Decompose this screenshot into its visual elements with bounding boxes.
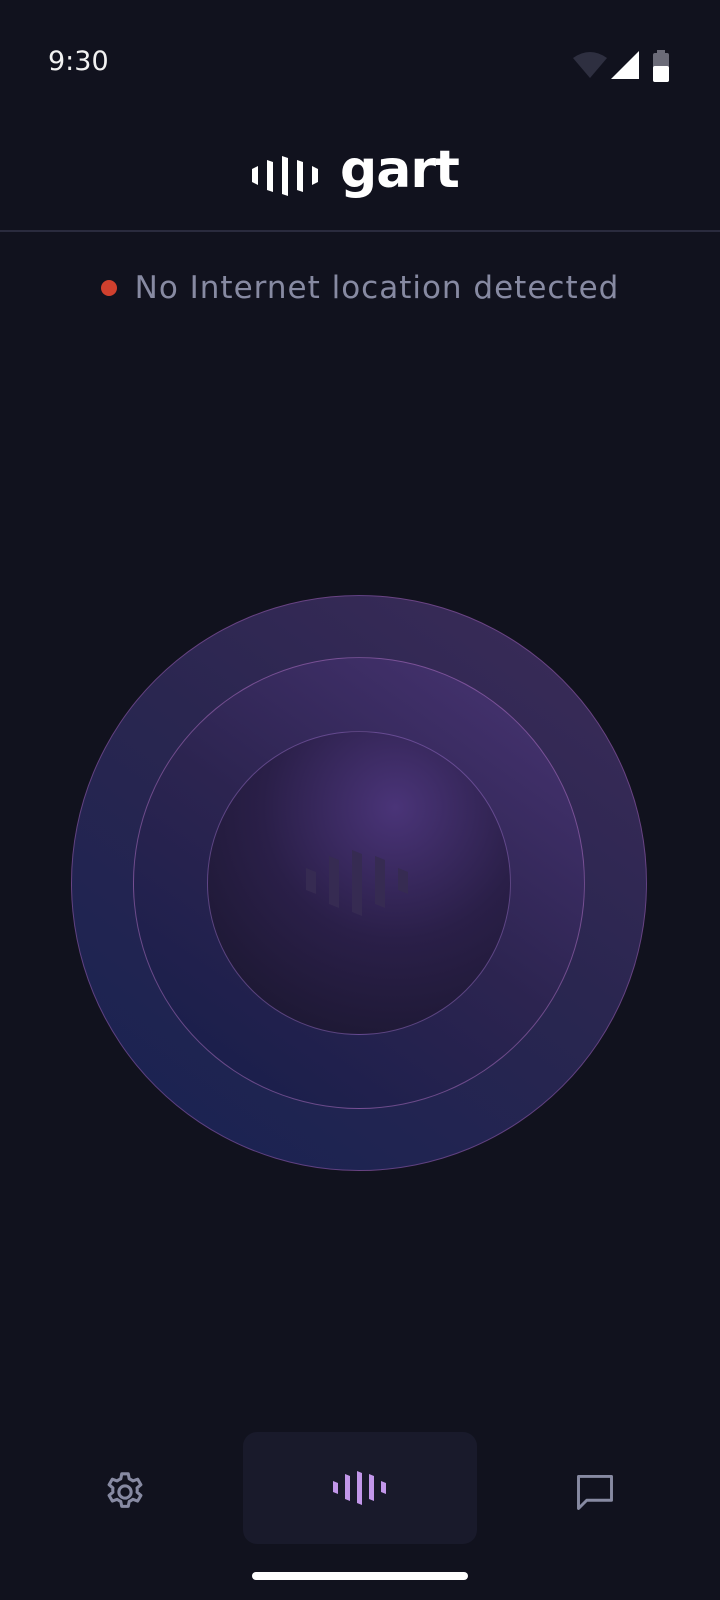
status-indicator-dot — [100, 280, 117, 296]
status-time: 9:30 — [48, 46, 109, 77]
gear-icon — [107, 1472, 143, 1508]
app-header: gart — [0, 130, 720, 230]
brand-logo: gart — [252, 140, 472, 200]
brand-name: gart — [340, 140, 460, 200]
soundwave-logo-icon — [252, 156, 318, 196]
soundwave-icon — [333, 1471, 386, 1505]
header-divider — [0, 230, 720, 232]
nav-chat-button[interactable] — [565, 1462, 625, 1522]
battery-icon — [653, 50, 669, 82]
bottom-nav — [0, 1420, 720, 1560]
chat-icon — [577, 1474, 613, 1510]
home-indicator[interactable] — [252, 1572, 468, 1580]
nav-settings-button[interactable] — [95, 1462, 155, 1522]
nav-connect-tab[interactable] — [243, 1432, 477, 1544]
connection-message: No Internet location detected — [134, 270, 620, 306]
status-icons — [572, 50, 672, 84]
status-bar: 9:30 — [0, 0, 720, 130]
wifi-icon — [573, 52, 607, 78]
connect-orb[interactable] — [71, 595, 647, 1171]
connect-button[interactable] — [207, 731, 511, 1035]
connection-status: No Internet location detected — [0, 268, 720, 308]
signal-icon — [611, 51, 639, 79]
soundwave-icon — [306, 850, 408, 916]
